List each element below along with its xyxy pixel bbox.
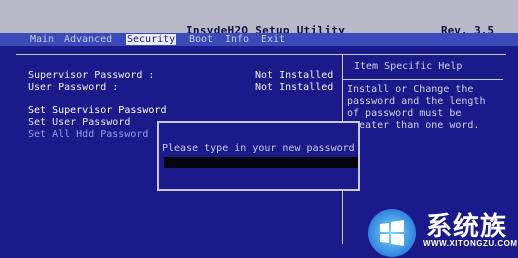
user-password-status: Not Installed [255, 82, 334, 93]
watermark-url: WWW.XITONGZU.COM [423, 239, 518, 248]
password-dialog-prompt: Please type in your new password [162, 143, 355, 154]
tab-security[interactable]: Security [126, 34, 177, 45]
user-password-label: User Password : [28, 82, 119, 93]
tab-boot[interactable]: Boot [189, 34, 213, 45]
watermark-text: 系统族 [426, 212, 508, 242]
help-panel-title: Item Specific Help [354, 61, 463, 72]
tab-info[interactable]: Info [225, 34, 249, 45]
help-panel-text: Install or Change the password and the l… [347, 84, 486, 131]
tab-advanced[interactable]: Advanced [64, 34, 112, 45]
windows-logo-circle [368, 209, 416, 257]
menu-set-all-hdd-password[interactable]: Set All Hdd Password [28, 129, 148, 140]
help-title-divider [343, 79, 503, 80]
frame-top-border [16, 54, 506, 55]
supervisor-password-status: Not Installed [255, 70, 334, 81]
menu-set-user-password[interactable]: Set User Password [28, 117, 130, 128]
password-dialog [157, 121, 360, 191]
bios-screen: InsydeH2O Setup Utility Rev. 3.5 Main Ad… [0, 0, 518, 258]
tab-exit[interactable]: Exit [261, 34, 285, 45]
tab-main[interactable]: Main [30, 34, 54, 45]
supervisor-password-label: Supervisor Password : [28, 70, 155, 81]
menu-set-supervisor-password[interactable]: Set Supervisor Password [28, 105, 166, 116]
new-password-input[interactable] [164, 157, 358, 168]
